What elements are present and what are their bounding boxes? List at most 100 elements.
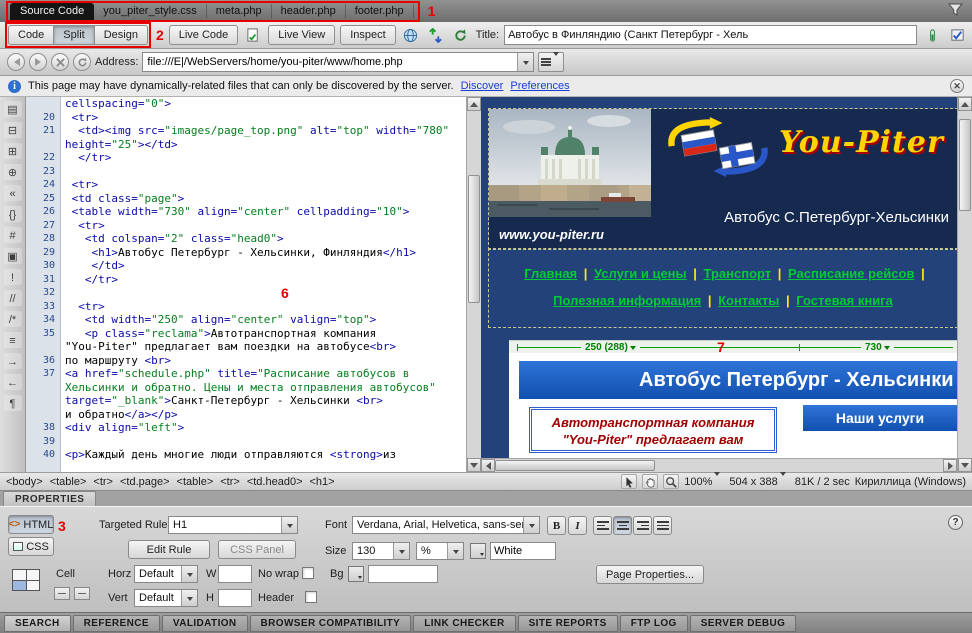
- code-line[interactable]: 21 <td><img src="images/page_top.png" al…: [26, 124, 466, 138]
- align-center-button[interactable]: [613, 516, 632, 535]
- zoom-level-select[interactable]: 100%: [684, 474, 724, 490]
- code-line[interactable]: 32: [26, 286, 466, 300]
- html-mode-button[interactable]: <> HTML: [8, 515, 54, 534]
- source-code-tab[interactable]: Source Code: [10, 3, 94, 20]
- tag-selector-item[interactable]: <td.head0>: [247, 476, 303, 488]
- page-title-bar[interactable]: Автобус Петербург - Хельсинки: [519, 361, 957, 399]
- stop-icon[interactable]: [51, 53, 69, 71]
- design-scroll-thumb[interactable]: [959, 119, 971, 211]
- panel-tab-browser-compatibility[interactable]: BROWSER COMPATIBILITY: [250, 615, 412, 632]
- panel-tab-site-reports[interactable]: SITE REPORTS: [518, 615, 618, 632]
- design-view-button[interactable]: Design: [94, 25, 148, 45]
- code-line[interactable]: "You-Piter" предлагает вам поездки на ав…: [26, 340, 466, 354]
- filter-related-files-icon[interactable]: [948, 3, 966, 19]
- syntax-error-alerts-icon[interactable]: !: [4, 269, 22, 285]
- site-banner[interactable]: You-Piter Автобус С.Петербург-Хельсинки …: [489, 109, 957, 249]
- document-status-icon[interactable]: [922, 25, 942, 45]
- check-browser-compatibility-icon[interactable]: [243, 25, 263, 45]
- panel-tab-ftp-log[interactable]: FTP LOG: [620, 615, 688, 632]
- table-width-markers[interactable]: 250 (288) 730: [509, 340, 957, 353]
- css-panel-button[interactable]: CSS Panel: [218, 540, 296, 559]
- panel-tab-search[interactable]: SEARCH: [4, 615, 71, 632]
- close-info-bar-icon[interactable]: ✕: [950, 79, 964, 93]
- horizontal-scroll-thumb[interactable]: [495, 460, 655, 471]
- code-line[interactable]: 39: [26, 435, 466, 449]
- vert-select[interactable]: Default: [134, 589, 198, 607]
- help-icon[interactable]: ?: [948, 515, 963, 530]
- panel-tab-reference[interactable]: REFERENCE: [73, 615, 160, 632]
- file-management-icon[interactable]: [426, 25, 446, 45]
- zoom-tool-icon[interactable]: [663, 474, 679, 489]
- code-line[interactable]: target="_blank">Санкт-Петербург - Хельси…: [26, 394, 466, 408]
- tag-selector-item[interactable]: <table>: [50, 476, 87, 488]
- italic-button[interactable]: I: [568, 516, 587, 535]
- targeted-rule-select[interactable]: H1: [168, 516, 298, 534]
- design-scrollbar[interactable]: [957, 97, 972, 472]
- select-parent-tag-icon[interactable]: «: [4, 185, 22, 201]
- outdent-code-icon[interactable]: ←: [4, 374, 22, 390]
- format-source-code-icon[interactable]: ¶: [4, 395, 22, 411]
- code-line[interactable]: 31 </tr>: [26, 273, 466, 287]
- nav-link[interactable]: Транспорт: [704, 266, 772, 281]
- open-documents-icon[interactable]: ▤: [4, 101, 22, 117]
- text-color-swatch[interactable]: [470, 543, 486, 559]
- align-right-button[interactable]: [633, 516, 652, 535]
- discover-link[interactable]: Discover: [461, 80, 504, 92]
- refresh-icon[interactable]: [73, 53, 91, 71]
- code-line[interactable]: 28 <td colspan="2" class="head0">: [26, 232, 466, 246]
- code-scroll-down-icon[interactable]: [467, 458, 481, 472]
- select-tool-icon[interactable]: [621, 474, 637, 489]
- tag-selector-item[interactable]: <h1>: [310, 476, 335, 488]
- address-input[interactable]: [142, 52, 534, 72]
- bold-button[interactable]: B: [547, 516, 566, 535]
- code-line[interactable]: height="25"></td>: [26, 138, 466, 152]
- related-file-tab[interactable]: meta.php: [207, 4, 272, 18]
- scroll-left-icon[interactable]: [481, 459, 495, 472]
- align-left-button[interactable]: [593, 516, 612, 535]
- forward-icon[interactable]: [29, 53, 47, 71]
- header-checkbox[interactable]: [305, 591, 317, 603]
- code-scroll-thumb[interactable]: [468, 175, 480, 303]
- refresh-design-view-icon[interactable]: [451, 25, 471, 45]
- document-title-input[interactable]: [504, 25, 917, 45]
- expand-all-icon[interactable]: ⊕: [4, 164, 22, 180]
- collapse-selection-icon[interactable]: ⊞: [4, 143, 22, 159]
- bg-color-field[interactable]: [368, 565, 438, 583]
- panel-tab-link-checker[interactable]: LINK CHECKER: [413, 615, 515, 632]
- code-line[interactable]: 37<a href="schedule.php" title="Расписан…: [26, 367, 466, 381]
- no-wrap-checkbox[interactable]: [302, 567, 314, 579]
- design-view[interactable]: You-Piter Автобус С.Петербург-Хельсинки …: [481, 97, 957, 472]
- tag-selector-item[interactable]: <td.page>: [120, 476, 170, 488]
- panel-tab-server-debug[interactable]: SERVER DEBUG: [690, 615, 797, 632]
- design-scroll-up-icon[interactable]: [958, 97, 972, 111]
- merge-cells-icon[interactable]: [54, 587, 70, 600]
- code-line[interactable]: и обратно</a></p>: [26, 408, 466, 422]
- code-line[interactable]: 20 <tr>: [26, 111, 466, 125]
- nav-link[interactable]: Расписание рейсов: [788, 266, 914, 281]
- back-icon[interactable]: [7, 53, 25, 71]
- related-file-tab[interactable]: header.php: [272, 4, 346, 18]
- align-justify-button[interactable]: [653, 516, 672, 535]
- indent-code-icon[interactable]: →: [4, 353, 22, 369]
- code-line[interactable]: 35 <p class="reclama">Автотранспортная к…: [26, 327, 466, 341]
- hand-tool-icon[interactable]: [642, 474, 658, 489]
- related-file-tab[interactable]: footer.php: [346, 4, 414, 18]
- height-field[interactable]: [218, 589, 252, 607]
- balance-braces-icon[interactable]: {}: [4, 206, 22, 222]
- nav-link[interactable]: Услуги и цены: [594, 266, 687, 281]
- code-line[interactable]: 22 </tr>: [26, 151, 466, 165]
- nav-link[interactable]: Главная: [524, 266, 577, 281]
- scroll-right-icon[interactable]: [943, 459, 957, 472]
- design-horizontal-scrollbar[interactable]: [481, 458, 957, 472]
- code-line[interactable]: 24 <tr>: [26, 178, 466, 192]
- nav-link[interactable]: Гостевая книга: [796, 293, 893, 308]
- tag-selector-item[interactable]: <table>: [177, 476, 214, 488]
- w3c-validation-icon[interactable]: [947, 25, 967, 45]
- tag-selector-item[interactable]: <body>: [6, 476, 43, 488]
- code-scrollbar[interactable]: [466, 97, 481, 472]
- line-numbers-icon[interactable]: #: [4, 227, 22, 243]
- width-field[interactable]: [218, 565, 252, 583]
- code-line[interactable]: 29 <h1>Автобус Петербург - Хельсинки, Фи…: [26, 246, 466, 260]
- text-color-field[interactable]: [490, 542, 556, 560]
- preview-in-browser-icon[interactable]: [401, 25, 421, 45]
